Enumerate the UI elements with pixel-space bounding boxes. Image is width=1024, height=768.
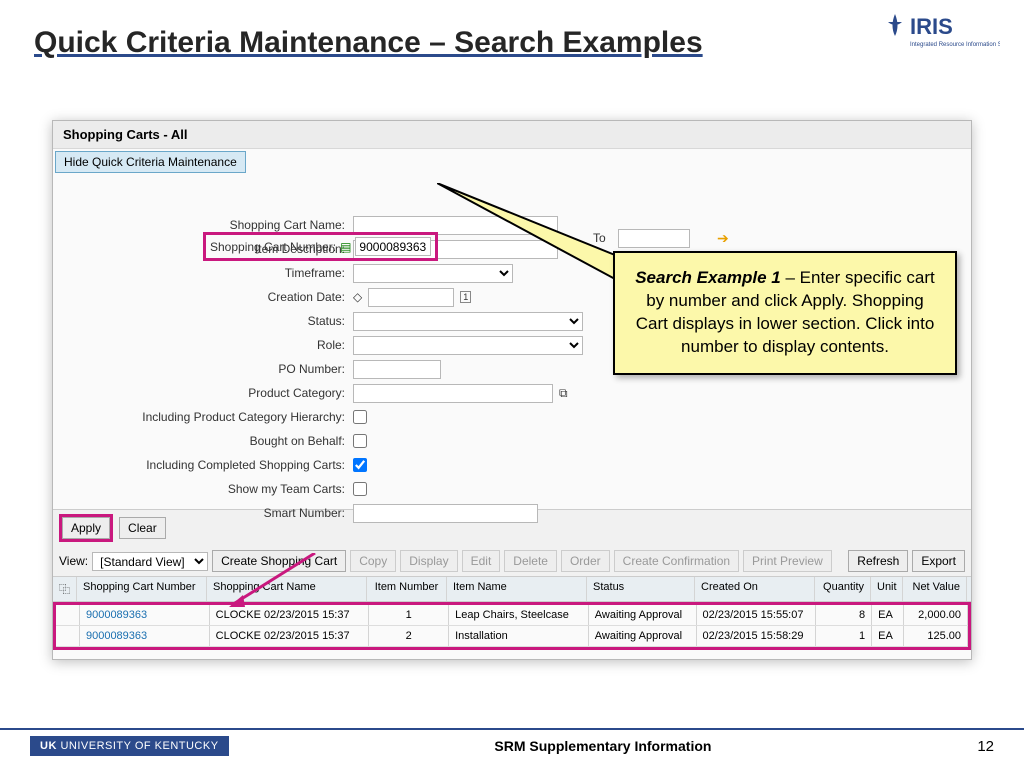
- order-button[interactable]: Order: [561, 550, 610, 572]
- timeframe-label: Timeframe:: [63, 266, 353, 280]
- rows-highlight: 9000089363 CLOCKE 02/23/2015 15:37 1 Lea…: [53, 602, 971, 650]
- diamond-icon: ◇: [353, 290, 362, 304]
- status-label: Status:: [63, 314, 353, 328]
- table-row[interactable]: 9000089363 CLOCKE 02/23/2015 15:37 2 Ins…: [56, 626, 968, 647]
- hide-criteria-button[interactable]: Hide Quick Criteria Maintenance: [55, 151, 246, 173]
- cart-number-input[interactable]: [355, 237, 431, 256]
- cart-name-label: Shopping Cart Name:: [63, 218, 353, 232]
- cart-number-highlight: Shopping Cart Number: ▤: [203, 232, 438, 261]
- bought-label: Bought on Behalf:: [63, 434, 353, 448]
- callout-box: Search Example 1 – Enter specific cart b…: [613, 251, 957, 375]
- po-number-label: PO Number:: [63, 362, 353, 376]
- team-label: Show my Team Carts:: [63, 482, 353, 496]
- delete-button[interactable]: Delete: [504, 550, 557, 572]
- cart-link[interactable]: 9000089363: [80, 626, 210, 646]
- role-select[interactable]: [353, 336, 583, 355]
- product-cat-input[interactable]: [353, 384, 553, 403]
- incl-complete-label: Including Completed Shopping Carts:: [63, 458, 353, 472]
- col-qty: Quantity: [815, 577, 871, 601]
- col-item-num: Item Number: [367, 577, 447, 601]
- cart-link[interactable]: 9000089363: [80, 605, 210, 625]
- incl-complete-checkbox[interactable]: [353, 458, 367, 472]
- page-title: Quick Criteria Maintenance – Search Exam…: [0, 0, 1024, 64]
- footer: UK UNIVERSITY OF KENTUCKY SRM Supplement…: [0, 728, 1024, 756]
- incl-hier-label: Including Product Category Hierarchy:: [63, 410, 353, 424]
- edit-button[interactable]: Edit: [462, 550, 501, 572]
- refresh-button[interactable]: Refresh: [848, 550, 908, 572]
- view-select[interactable]: [Standard View]: [92, 552, 208, 571]
- svg-text:Integrated Resource Informatio: Integrated Resource Information System: [910, 42, 1000, 48]
- team-checkbox[interactable]: [353, 482, 367, 496]
- col-number: Shopping Cart Number: [77, 577, 207, 601]
- select-col-icon[interactable]: ⿻: [53, 577, 77, 601]
- red-arrow-icon: [225, 553, 325, 613]
- grid-toolbar: View: [Standard View] Create Shopping Ca…: [53, 546, 971, 576]
- smart-label: Smart Number:: [63, 506, 353, 520]
- col-item-name: Item Name: [447, 577, 587, 601]
- svg-text:IRIS: IRIS: [910, 14, 953, 39]
- panel-title: Shopping Carts - All: [53, 121, 971, 149]
- callout-title: Search Example 1: [635, 268, 781, 287]
- lookup-icon[interactable]: ⧉: [559, 386, 568, 401]
- cart-number-label: Shopping Cart Number:: [210, 240, 336, 254]
- copy-button[interactable]: Copy: [350, 550, 396, 572]
- po-number-input[interactable]: [353, 360, 441, 379]
- col-status: Status: [587, 577, 695, 601]
- view-label: View:: [59, 554, 88, 568]
- table-row[interactable]: 9000089363 CLOCKE 02/23/2015 15:37 1 Lea…: [56, 605, 968, 626]
- footer-title: SRM Supplementary Information: [494, 738, 711, 754]
- product-cat-label: Product Category:: [63, 386, 353, 400]
- callout-pointer-icon: [437, 183, 637, 323]
- display-button[interactable]: Display: [400, 550, 457, 572]
- export-button[interactable]: Export: [912, 550, 965, 572]
- creation-date-label: Creation Date:: [63, 290, 353, 304]
- results-grid: ⿻ Shopping Cart Number Shopping Cart Nam…: [53, 576, 971, 650]
- col-net: Net Value: [903, 577, 967, 601]
- print-button[interactable]: Print Preview: [743, 550, 832, 572]
- smart-input[interactable]: [353, 504, 538, 523]
- incl-hier-checkbox[interactable]: [353, 410, 367, 424]
- grid-header: ⿻ Shopping Cart Number Shopping Cart Nam…: [53, 577, 971, 602]
- shopping-carts-panel: Shopping Carts - All Hide Quick Criteria…: [52, 120, 972, 660]
- confirm-button[interactable]: Create Confirmation: [614, 550, 739, 572]
- range-arrow-icon[interactable]: ➔: [717, 230, 729, 247]
- bought-checkbox[interactable]: [353, 434, 367, 448]
- col-unit: Unit: [871, 577, 903, 601]
- list-icon[interactable]: ▤: [340, 240, 351, 254]
- iris-logo: IRIS Integrated Resource Information Syst…: [880, 8, 1000, 63]
- role-label: Role:: [63, 338, 353, 352]
- page-number: 12: [977, 738, 994, 755]
- col-created: Created On: [695, 577, 815, 601]
- uk-logo: UK UNIVERSITY OF KENTUCKY: [30, 736, 229, 756]
